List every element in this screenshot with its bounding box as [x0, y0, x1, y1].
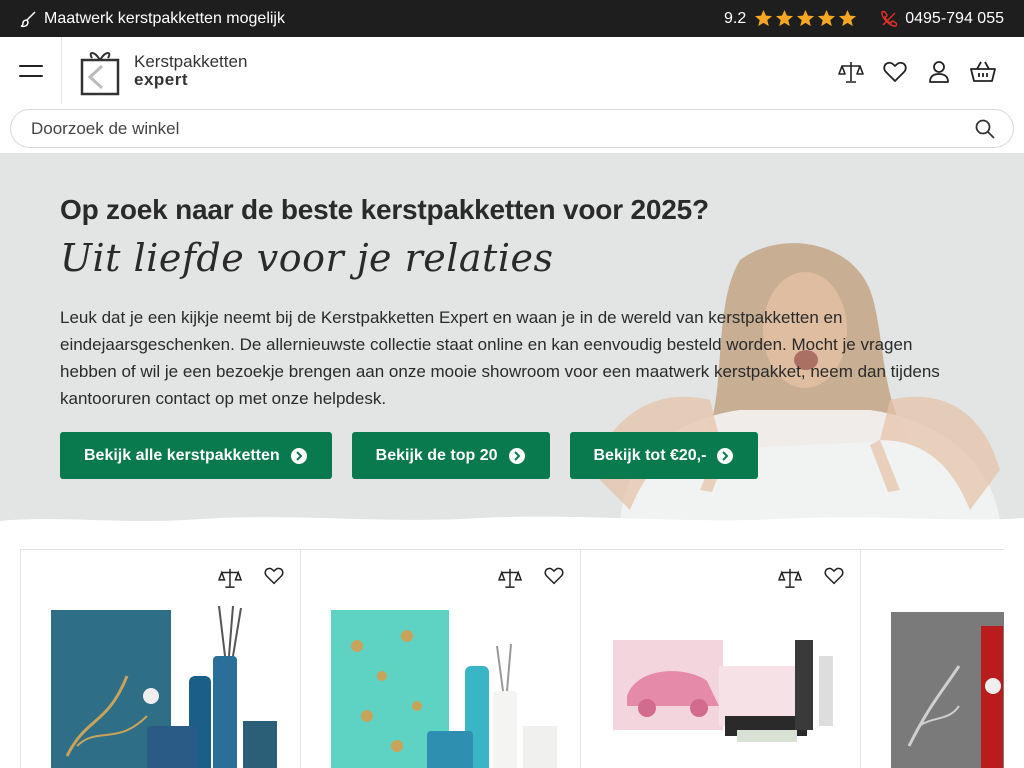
phone-link[interactable]: 0495-794 055 [879, 10, 1004, 28]
star-icon [776, 9, 794, 27]
star-icon [818, 9, 836, 27]
product-image[interactable] [327, 606, 559, 768]
arrow-circle-icon [290, 447, 307, 464]
header-icons [838, 59, 996, 85]
rating-stars[interactable] [754, 9, 857, 28]
star-icon [755, 9, 773, 27]
heart-icon[interactable] [824, 567, 844, 585]
all-kerstpakketten-button[interactable]: Bekijk alle kerstpakketten [60, 432, 332, 479]
compare-icon[interactable] [498, 567, 522, 589]
star-icon [839, 9, 857, 27]
gift-logo-icon [80, 51, 120, 95]
top-20-button[interactable]: Bekijk de top 20 [351, 432, 550, 479]
compare-icon[interactable] [778, 567, 802, 589]
product-card[interactable] [580, 549, 861, 768]
hero-tagline: Uit liefde voor je relaties [60, 236, 554, 280]
logo-line2: expert [134, 69, 189, 89]
button-label: Bekijk alle kerstpakketten [84, 446, 280, 464]
under-20-button[interactable]: Bekijk tot €20,- [569, 432, 759, 479]
compare-icon[interactable] [218, 567, 242, 589]
rating-score: 9.2 [723, 9, 747, 27]
hero-wave-divider [0, 516, 1024, 524]
button-label: Bekijk de top 20 [375, 446, 498, 464]
heart-icon[interactable] [264, 567, 284, 585]
search-bar [0, 104, 1024, 154]
button-label: Bekijk tot €20,- [593, 446, 707, 464]
usp-text: Maatwerk kerstpakketten mogelijk [44, 9, 285, 27]
phone-number: 0495-794 055 [905, 9, 1004, 27]
arrow-circle-icon [717, 447, 734, 464]
search-box [10, 109, 1014, 148]
account-button[interactable] [926, 59, 952, 85]
main-header: Kerstpakketten expert [0, 37, 1024, 104]
arrow-circle-icon [508, 447, 525, 464]
usp: Maatwerk kerstpakketten mogelijk [20, 10, 285, 28]
search-input[interactable] [31, 119, 931, 139]
topbar-right: 9.2 0495-794 055 [724, 9, 1004, 28]
product-card[interactable] [860, 549, 1004, 768]
product-image[interactable] [47, 606, 279, 768]
product-image[interactable] [607, 606, 839, 768]
hero-buttons: Bekijk alle kerstpakketten Bekijk de top… [60, 432, 759, 479]
compare-button[interactable] [838, 59, 864, 85]
hero-title: Op zoek naar de beste kerstpakketten voo… [60, 194, 709, 225]
cart-button[interactable] [970, 59, 996, 85]
logo[interactable]: Kerstpakketten expert [80, 46, 247, 96]
phone-icon [881, 10, 898, 27]
hero-banner: Op zoek naar de beste kerstpakketten voo… [0, 154, 1024, 524]
product-card[interactable] [20, 549, 301, 768]
hero-text: Leuk dat je een kijkje neemt bij de Kers… [60, 308, 940, 408]
heart-icon [883, 61, 907, 82]
heart-icon[interactable] [544, 567, 564, 585]
basket-icon [970, 61, 996, 82]
product-card[interactable] [300, 549, 581, 768]
logo-line1: Kerstpakketten [134, 51, 248, 71]
search-icon[interactable] [975, 119, 995, 139]
brush-icon [20, 10, 36, 27]
compare-icon [838, 62, 864, 83]
menu-button[interactable] [0, 37, 62, 104]
product-carousel [20, 549, 1004, 768]
product-image[interactable] [889, 606, 1004, 768]
top-bar: Maatwerk kerstpakketten mogelijk 9.2 049… [0, 0, 1024, 37]
user-icon [929, 61, 949, 83]
star-icon [797, 9, 815, 27]
hamburger-icon [18, 64, 43, 77]
wishlist-button[interactable] [882, 59, 908, 85]
